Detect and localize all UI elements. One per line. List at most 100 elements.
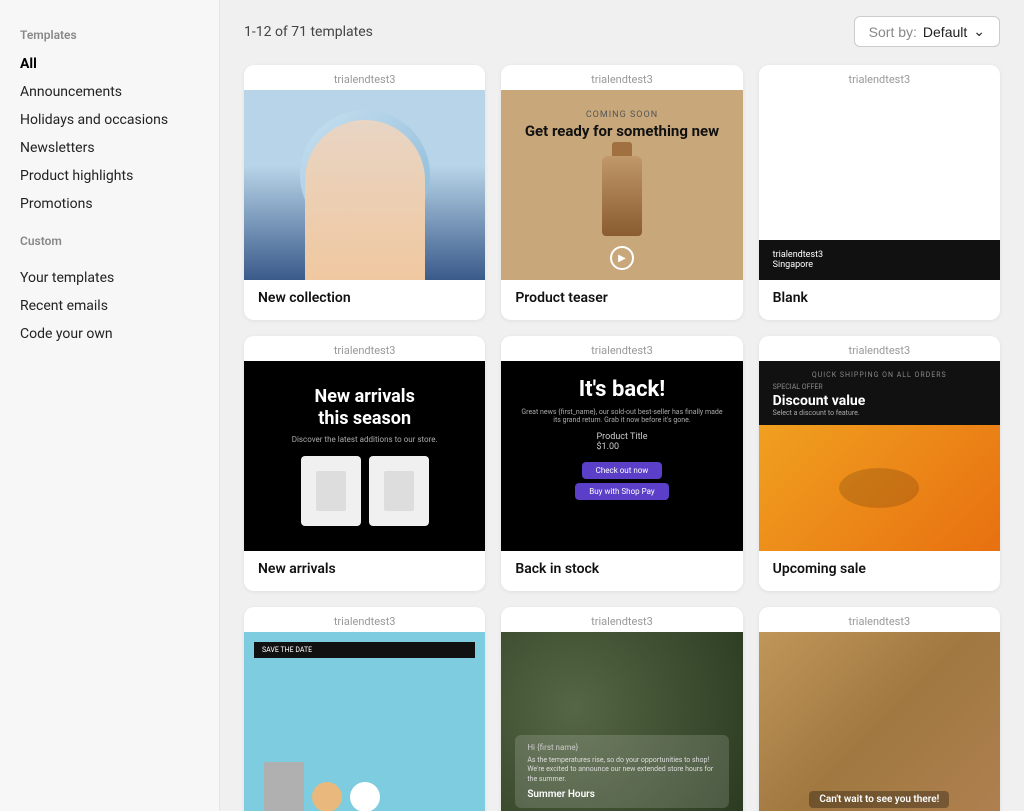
card-preview-8: Hi {first name} As the temperatures rise… [501, 632, 742, 811]
template-card-product-teaser[interactable]: trialendtest3 COMING SOON Get ready for … [501, 65, 742, 320]
preview-product-teaser: COMING SOON Get ready for something new … [501, 90, 742, 280]
checkout-btn: Check out now [582, 462, 663, 479]
card-user-5: trialendtest3 [501, 336, 742, 361]
template-card-new-arrivals[interactable]: trialendtest3 New arrivalsthis season Di… [244, 336, 485, 591]
card-user-3: trialendtest3 [759, 65, 1000, 90]
card-title-back-in-stock: Back in stock [515, 561, 728, 577]
template-card-summer[interactable]: trialendtest3 Hi {first name} As the tem… [501, 607, 742, 811]
sidebar-item-recent-emails[interactable]: Recent emails [0, 292, 219, 320]
card-footer-6: Upcoming sale [759, 551, 1000, 591]
blank-bar-text: trialendtest3Singapore [773, 250, 823, 270]
product-box-1 [301, 456, 361, 526]
card-preview-3: trialendtest3Singapore [759, 90, 1000, 280]
card-title-new-arrivals: New arrivals [258, 561, 471, 577]
preview-blank: trialendtest3Singapore [759, 90, 1000, 280]
obj-sphere-orange [312, 782, 342, 811]
body-text: As the temperatures rise, so do your opp… [527, 756, 716, 785]
card-footer-5: Back in stock [501, 551, 742, 591]
templates-count: 1-12 of 71 templates [244, 24, 373, 40]
card-user-1: trialendtest3 [244, 65, 485, 90]
products-row [301, 456, 429, 526]
market-label: Can't wait to see you there! [809, 791, 949, 808]
preview-summer: Hi {first name} As the temperatures rise… [501, 632, 742, 811]
get-ready-text: Get ready for something new [525, 122, 719, 140]
sidebar-item-product-highlights[interactable]: Product highlights [0, 162, 219, 190]
sort-label: Sort by: [869, 24, 917, 40]
new-arrivals-title: New arrivalsthis season [315, 386, 415, 429]
market-inner: Can't wait to see you there! [759, 632, 1000, 811]
coming-soon-text: COMING SOON [525, 110, 719, 120]
card-footer-2: Product teaser [501, 280, 742, 320]
card-user-7: trialendtest3 [244, 607, 485, 632]
card-user-2: trialendtest3 [501, 65, 742, 90]
card-preview-6: QUICK SHIPPING ON ALL ORDERS SPECIAL OFF… [759, 361, 1000, 551]
buy-with-shop-btn: Buy with Shop Pay [575, 483, 668, 500]
template-card-blank[interactable]: trialendtest3 trialendtest3Singapore Bla… [759, 65, 1000, 320]
sidebar-item-your-templates[interactable]: Your templates [0, 264, 219, 292]
preview-top-text: COMING SOON Get ready for something new [525, 110, 719, 140]
main-content: 1-12 of 71 templates Sort by: Default ⌄ … [220, 0, 1024, 811]
card-title-product-teaser: Product teaser [515, 290, 728, 306]
card-title-blank: Blank [773, 290, 986, 306]
card-preview-2: COMING SOON Get ready for something new … [501, 90, 742, 280]
special-offer-text: SPECIAL OFFER [773, 383, 986, 391]
product-title-text: Product Title$1.00 [596, 432, 647, 452]
sunglasses-preview [839, 468, 919, 508]
preview-upcoming-sale: QUICK SHIPPING ON ALL ORDERS SPECIAL OFF… [759, 361, 1000, 551]
card-preview-5: It's back! Great news {first_name}, our … [501, 361, 742, 551]
new-arrivals-sub: Discover the latest additions to our sto… [292, 435, 438, 444]
orange-block [759, 425, 1000, 551]
sidebar-item-holidays[interactable]: Holidays and occasions [0, 106, 219, 134]
sidebar-item-code-your-own[interactable]: Code your own [0, 320, 219, 348]
preview-save-date: SAVE THE DATE [244, 632, 485, 811]
card-footer-4: New arrivals [244, 551, 485, 591]
preview-figure [305, 120, 425, 280]
card-user-8: trialendtest3 [501, 607, 742, 632]
hi-line: Hi {first name} [527, 743, 716, 752]
template-grid: trialendtest3 New collection trialendtes… [244, 65, 1000, 811]
sidebar-item-all[interactable]: All [0, 50, 219, 78]
blank-bar: trialendtest3Singapore [759, 240, 1000, 280]
card-title-new-collection: New collection [258, 290, 471, 306]
save-bar: SAVE THE DATE [254, 642, 475, 658]
template-card-back-in-stock[interactable]: trialendtest3 It's back! Great news {fir… [501, 336, 742, 591]
preview-new-arrivals: New arrivalsthis season Discover the lat… [244, 361, 485, 551]
back-sub-text: Great news {first_name}, our sold-out be… [517, 408, 726, 424]
card-preview-4: New arrivalsthis season Discover the lat… [244, 361, 485, 551]
quick-ship-text: QUICK SHIPPING ON ALL ORDERS [773, 371, 986, 379]
obj-box [264, 762, 304, 811]
summer-text-box: Hi {first name} As the temperatures rise… [515, 735, 728, 808]
card-preview-7: SAVE THE DATE [244, 632, 485, 811]
card-footer-3: Blank [759, 280, 1000, 320]
preview-back-in-stock: It's back! Great news {first_name}, our … [501, 361, 742, 551]
sidebar-item-promotions[interactable]: Promotions [0, 190, 219, 218]
sort-button[interactable]: Sort by: Default ⌄ [854, 16, 1000, 47]
sidebar-item-announcements[interactable]: Announcements [0, 78, 219, 106]
obj-sphere-white [350, 782, 380, 811]
sidebar: Templates All Announcements Holidays and… [0, 0, 220, 811]
template-card-upcoming-sale[interactable]: trialendtest3 QUICK SHIPPING ON ALL ORDE… [759, 336, 1000, 591]
its-back-text: It's back! [579, 377, 666, 402]
summer-hours: Summer Hours [527, 789, 716, 800]
card-preview-9: Can't wait to see you there! [759, 632, 1000, 811]
play-icon: ▶ [610, 246, 634, 270]
preview-new-collection [244, 90, 485, 280]
top-bar: 1-12 of 71 templates Sort by: Default ⌄ [244, 16, 1000, 47]
template-card-market[interactable]: trialendtest3 Can't wait to see you ther… [759, 607, 1000, 811]
select-discount-text: Select a discount to feature. [773, 409, 986, 417]
template-card-new-collection[interactable]: trialendtest3 New collection [244, 65, 485, 320]
card-user-4: trialendtest3 [244, 336, 485, 361]
discount-value-text: Discount value [773, 393, 986, 409]
card-preview-1 [244, 90, 485, 280]
sale-top: QUICK SHIPPING ON ALL ORDERS SPECIAL OFF… [759, 361, 1000, 425]
sidebar-item-newsletters[interactable]: Newsletters [0, 134, 219, 162]
card-user-9: trialendtest3 [759, 607, 1000, 632]
chevron-down-icon: ⌄ [973, 23, 985, 40]
product-icon-1 [316, 471, 346, 511]
sidebar-section-title: Templates [0, 28, 219, 50]
template-card-save-date[interactable]: trialendtest3 SAVE THE DATE Save the dat… [244, 607, 485, 811]
preview-bottle [602, 156, 642, 236]
preview-market: Can't wait to see you there! [759, 632, 1000, 811]
card-title-upcoming-sale: Upcoming sale [773, 561, 986, 577]
product-icon-2 [384, 471, 414, 511]
